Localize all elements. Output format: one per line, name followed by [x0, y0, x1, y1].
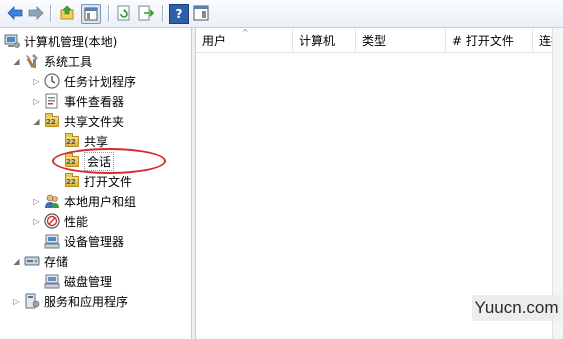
tree-item-services-applications[interactable]: ▷ 服务和应用程序: [12, 292, 128, 310]
tree-item-label: 共享: [84, 134, 109, 149]
expanded-arrow-icon[interactable]: ◢: [12, 57, 21, 66]
collapsed-arrow-icon[interactable]: ▷: [32, 97, 41, 106]
users-icon: [44, 193, 60, 209]
show-hide-tree-icon[interactable]: [81, 4, 101, 24]
column-header-computer[interactable]: 计算机: [293, 28, 356, 52]
tree-item-local-users-groups[interactable]: ▷ 本地用户和组: [32, 192, 136, 210]
tree-item-label: 性能: [64, 214, 89, 229]
column-label: # 打开文件: [452, 34, 514, 48]
export-icon[interactable]: [137, 4, 155, 22]
tree-item-label: 服务和应用程序: [44, 294, 129, 309]
toolbar: ?: [0, 0, 563, 28]
column-header-open-files[interactable]: # 打开文件: [446, 28, 533, 52]
column-header-user[interactable]: 用户 ^: [196, 28, 293, 52]
watermark: Yuucn.com: [472, 295, 561, 321]
collapsed-arrow-icon[interactable]: ▷: [32, 197, 41, 206]
sort-ascending-icon: ^: [242, 28, 249, 37]
tree-item-computer-management[interactable]: 计算机管理(本地): [4, 32, 117, 50]
tree-item-label: 系统工具: [44, 54, 93, 69]
tree-item-label: 计算机管理(本地): [24, 34, 118, 49]
column-label: 用户: [202, 34, 227, 48]
tree-item-shared-folders[interactable]: ◢ 22 共享文件夹: [32, 112, 124, 130]
tree-item-storage[interactable]: ◢ 存储: [12, 252, 68, 270]
event-viewer-icon: [44, 93, 60, 109]
expanded-arrow-icon[interactable]: ◢: [32, 117, 41, 126]
shared-folder-icon: 22: [64, 173, 80, 189]
tree-item-disk-management[interactable]: 磁盘管理: [44, 272, 112, 290]
collapsed-arrow-icon[interactable]: ▷: [12, 297, 21, 306]
help-icon[interactable]: ?: [169, 4, 189, 24]
clock-icon: [44, 73, 60, 89]
refresh-icon[interactable]: [115, 4, 133, 22]
tree-item-event-viewer[interactable]: ▷ 事件查看器: [32, 92, 124, 110]
navigation-tree: 计算机管理(本地) ◢ 系统工具 ▷ 任务计划程序 ▷ 事件查看器 ◢ 22 共…: [0, 28, 191, 339]
column-label: 类型: [362, 34, 387, 48]
shared-folder-icon: 22: [44, 113, 60, 129]
performance-icon: [44, 213, 60, 229]
tree-item-label: 本地用户和组: [64, 194, 137, 209]
services-icon: [24, 293, 40, 309]
collapsed-arrow-icon[interactable]: ▷: [32, 77, 41, 86]
tree-item-open-files[interactable]: 22 打开文件: [64, 172, 132, 190]
show-hide-action-icon[interactable]: [192, 4, 210, 22]
tree-item-task-scheduler[interactable]: ▷ 任务计划程序: [32, 72, 136, 90]
tree-item-performance[interactable]: ▷ 性能: [32, 212, 88, 230]
tree-item-label: 事件查看器: [64, 94, 125, 109]
computer-management-icon: [4, 33, 20, 49]
back-icon[interactable]: [6, 4, 24, 22]
device-manager-icon: [44, 233, 60, 249]
shared-folder-icon: 22: [64, 133, 80, 149]
tree-item-label: 任务计划程序: [64, 74, 137, 89]
forward-icon[interactable]: [27, 4, 45, 22]
column-header-type[interactable]: 类型: [356, 28, 446, 52]
up-icon[interactable]: [58, 4, 76, 22]
vertical-scrollbar[interactable]: [552, 28, 563, 339]
tree-item-system-tools[interactable]: ◢ 系统工具: [12, 52, 92, 70]
tree-item-label: 打开文件: [84, 174, 133, 189]
highlight-ellipse: [52, 148, 166, 174]
list-header: 用户 ^ 计算机 类型 # 打开文件 连接: [196, 28, 563, 53]
expanded-arrow-icon[interactable]: ◢: [12, 257, 21, 266]
tree-item-device-manager[interactable]: 设备管理器: [44, 232, 124, 250]
system-tools-icon: [24, 53, 40, 69]
disk-management-icon: [44, 273, 60, 289]
storage-icon: [24, 253, 40, 269]
column-label: 计算机: [299, 34, 336, 48]
tree-item-label: 存储: [44, 254, 69, 269]
tree-item-label: 设备管理器: [64, 234, 125, 249]
tree-item-label: 共享文件夹: [64, 114, 125, 129]
sessions-list: 用户 ^ 计算机 类型 # 打开文件 连接: [196, 28, 563, 339]
collapsed-arrow-icon[interactable]: ▷: [32, 217, 41, 226]
tree-item-label: 磁盘管理: [64, 274, 113, 289]
